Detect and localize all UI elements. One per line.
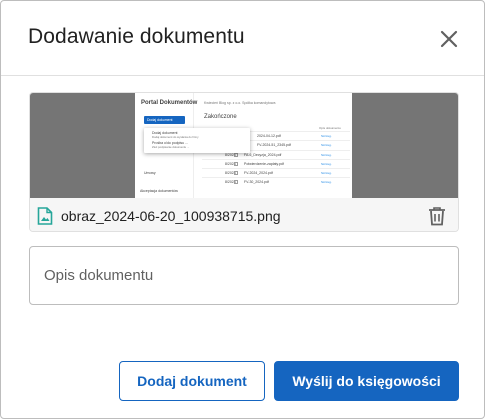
- preview-row-name: 2024-04-12.pdf: [257, 134, 281, 138]
- dialog-title: Dodawanie dokumentu: [28, 25, 245, 48]
- attachment-card: Portal Dokumentów Kwiecień Blog sp. z o.…: [29, 92, 459, 232]
- header-divider: [1, 75, 484, 76]
- preview-column-header: Opis dokumentu: [319, 126, 341, 130]
- preview-checkbox: [234, 162, 238, 166]
- preview-row-link: Szczeg.: [321, 143, 332, 147]
- preview-popup-menu: Dodaj dokument Dodaj dokument do wysłani…: [144, 128, 250, 153]
- preview-row-link: Szczeg.: [321, 162, 332, 166]
- file-bar: obraz_2024-06-20_100938715.png: [30, 198, 458, 231]
- trash-icon[interactable]: [428, 206, 446, 226]
- preview-row-link: Szczeg.: [321, 180, 332, 184]
- preview-row-link: Szczeg.: [321, 171, 332, 175]
- preview-checkbox: [234, 180, 238, 184]
- preview-app-title: Portal Dokumentów: [141, 100, 198, 106]
- image-file-icon: [37, 207, 53, 225]
- preview-sidebar-item: Akceptacja dokumentów: [140, 189, 178, 193]
- preview-screenshot: Portal Dokumentów Kwiecień Blog sp. z o.…: [135, 93, 352, 198]
- preview-row-name: FA-6_Decyzja_2024.pdf: [244, 153, 282, 157]
- preview-section-title: Zakończone: [204, 114, 237, 120]
- preview-row-divider: [202, 168, 350, 169]
- preview-row-name: FV-2024_2024.pdf: [244, 171, 273, 175]
- preview-row-name: FV-2024-51_2345.pdf: [257, 143, 291, 147]
- image-preview: Portal Dokumentów Kwiecień Blog sp. z o.…: [30, 93, 458, 198]
- add-document-dialog: Dodawanie dokumentu Portal Dokumentów Kw…: [0, 0, 485, 419]
- file-name: obraz_2024-06-20_100938715.png: [61, 208, 281, 224]
- description-field[interactable]: [29, 246, 459, 305]
- preview-menu-subtitle: Zleć podpisanie dokumentu ...: [152, 145, 190, 149]
- preview-row-divider: [202, 177, 350, 178]
- preview-add-button: Dodaj dokument: [144, 116, 185, 124]
- preview-breadcrumb: Kwiecień Blog sp. z o.o. Spółka komandyt…: [204, 101, 276, 105]
- add-document-button[interactable]: Dodaj dokument: [119, 361, 265, 401]
- description-input[interactable]: [30, 247, 458, 304]
- close-icon[interactable]: [437, 27, 461, 51]
- preview-row-link: Szczeg.: [321, 134, 332, 138]
- send-to-accounting-button[interactable]: Wyślij do księgowości: [274, 361, 459, 401]
- preview-menu-subtitle: Dodaj dokument do wysłania do firmy: [152, 135, 199, 139]
- preview-row-divider: [202, 159, 350, 160]
- preview-checkbox: [234, 171, 238, 175]
- preview-sidebar-item: Umowy: [144, 171, 156, 175]
- preview-row-name: FV-30_2024.pdf: [244, 180, 269, 184]
- preview-row-name: Potwierdzenie-zapłaty.pdf: [244, 162, 284, 166]
- preview-row-link: Szczeg.: [321, 153, 332, 157]
- preview-checkbox: [234, 153, 238, 157]
